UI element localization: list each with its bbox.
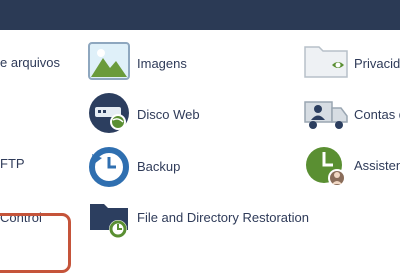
backup-link[interactable]: Backup [88, 146, 198, 188]
directory-privacy-label: Privacida [354, 56, 400, 71]
file-restore-link[interactable]: File and Directory Restoration [88, 196, 318, 238]
folder-privacy-icon [304, 46, 348, 78]
top-header-bar [0, 0, 400, 30]
web-disk-label: Disco Web [137, 107, 200, 122]
files-section-panel: e arquivos FTP Control Imagens Disco Web [0, 30, 400, 273]
images-icon [88, 42, 130, 80]
file-manager-link[interactable]: e arquivos [0, 55, 70, 75]
backup-wizard-icon [306, 147, 346, 187]
images-link[interactable]: Imagens [88, 42, 198, 84]
user-truck-icon [304, 101, 348, 129]
backup-icon [89, 147, 129, 187]
backup-wizard-label: Assisten [354, 158, 400, 173]
ftp-label: FTP [0, 156, 25, 171]
web-disk-link[interactable]: Disco Web [88, 92, 200, 134]
images-label: Imagens [137, 56, 187, 71]
file-restore-label: File and Directory Restoration [137, 210, 309, 225]
web-disk-icon [89, 93, 129, 133]
ftp-link[interactable]: FTP [0, 156, 40, 176]
ftp-accounts-link[interactable]: Contas de [304, 98, 400, 140]
backup-wizard-link[interactable]: Assisten [304, 144, 400, 190]
backup-label: Backup [137, 159, 181, 174]
directory-privacy-link[interactable]: Privacida [304, 44, 400, 86]
ftp-accounts-label: Contas de [354, 107, 400, 122]
highlight-box [0, 213, 71, 273]
folder-restore-icon [90, 204, 128, 238]
file-manager-label: e arquivos [0, 55, 60, 70]
